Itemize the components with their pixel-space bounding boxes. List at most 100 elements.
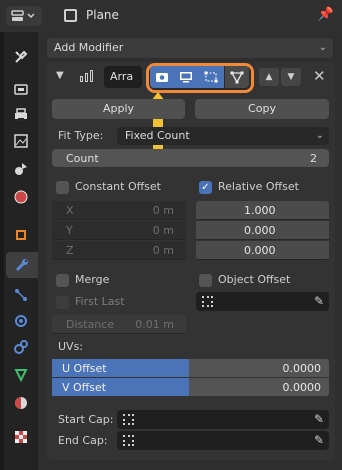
- triangle-vertex-icon: [14, 369, 28, 383]
- orbit-icon: [15, 315, 27, 327]
- checker-icon: [15, 431, 27, 443]
- tab-texture[interactable]: [8, 424, 34, 450]
- tab-render[interactable]: [8, 76, 34, 102]
- object-name: Plane: [86, 8, 119, 22]
- move-up-button[interactable]: ▲: [259, 68, 279, 86]
- editor-border: [0, 32, 4, 470]
- editmode-vertices-icon: [204, 71, 218, 83]
- fit-type-value: Fixed Count: [125, 129, 190, 142]
- end-cap-field[interactable]: ✎: [117, 431, 329, 450]
- triangle-up-icon: ▲: [265, 72, 273, 82]
- relative-offset-label: Relative Offset: [218, 180, 299, 193]
- properties-header: Plane 📌: [0, 0, 342, 32]
- tab-tool[interactable]: [8, 44, 34, 70]
- relative-offset-z-value: 0.000: [244, 244, 276, 257]
- chevron-down-icon: ⌄: [315, 130, 324, 141]
- copy-button[interactable]: Copy: [195, 99, 329, 119]
- tab-modifier[interactable]: [6, 252, 38, 278]
- tab-material[interactable]: [8, 390, 34, 416]
- first-last-checkbox[interactable]: [56, 296, 69, 309]
- editmode-toggle[interactable]: [198, 66, 224, 88]
- relative-offset-x[interactable]: 1.000: [196, 201, 329, 220]
- constant-offset-y-value: 0 m: [152, 224, 174, 237]
- start-cap-field[interactable]: ✎: [117, 410, 329, 429]
- object-icon: [123, 414, 134, 425]
- object-offset-label: Object Offset: [218, 273, 291, 286]
- editor-type-dropdown[interactable]: [6, 6, 42, 26]
- v-offset-slider[interactable]: V Offset 0.0000: [52, 378, 329, 396]
- constant-offset-x-value: 0 m: [152, 204, 174, 217]
- wrench-screwdriver-icon: [15, 50, 28, 63]
- array-modifier-panel: [47, 62, 335, 460]
- relative-offset-x-value: 1.000: [244, 204, 276, 217]
- modifier-name-field[interactable]: Arra: [104, 66, 142, 88]
- object-offset-checkbox[interactable]: [199, 274, 212, 287]
- particles-icon: [15, 289, 27, 301]
- tab-physics[interactable]: [8, 308, 34, 334]
- cage-vertex-icon: [230, 71, 244, 84]
- eyedropper-icon[interactable]: ✎: [314, 294, 324, 308]
- end-cap-label: End Cap:: [58, 434, 108, 447]
- viewport-toggle[interactable]: [174, 66, 198, 88]
- constant-offset-x[interactable]: X 0 m: [52, 201, 186, 220]
- relative-offset-y-value: 0.000: [244, 224, 276, 237]
- tab-data[interactable]: [8, 362, 34, 388]
- object-icon: [123, 435, 134, 446]
- tab-output[interactable]: [8, 102, 34, 128]
- relative-offset-z[interactable]: 0.000: [196, 241, 329, 260]
- first-last-label: First Last: [75, 295, 125, 308]
- v-offset-value: 0.0000: [282, 381, 322, 394]
- constant-offset-z-value: 0 m: [152, 244, 174, 257]
- distance-value: 0.01 m: [135, 318, 174, 331]
- wrench-icon: [15, 259, 28, 272]
- tab-object[interactable]: [8, 222, 34, 248]
- axis-x-label: X: [66, 204, 74, 217]
- scene-icon: [15, 163, 27, 175]
- u-offset-slider[interactable]: U Offset 0.0000: [52, 359, 329, 377]
- relative-offset-y[interactable]: 0.000: [196, 221, 329, 240]
- tab-world[interactable]: [8, 184, 34, 210]
- offset-object-field[interactable]: ✎: [196, 292, 329, 311]
- merge-label: Merge: [75, 273, 110, 286]
- printer-icon: [15, 108, 27, 121]
- merge-checkbox[interactable]: [56, 274, 69, 287]
- pin-icon[interactable]: 📌: [318, 7, 334, 22]
- add-modifier-dropdown[interactable]: Add Modifier ⌄: [47, 38, 333, 58]
- eyedropper-icon[interactable]: ✎: [314, 433, 324, 447]
- constraint-icon: [14, 340, 28, 354]
- camera-back-icon: [14, 84, 28, 95]
- constant-offset-checkbox[interactable]: [56, 181, 69, 194]
- u-offset-label: U Offset: [62, 362, 107, 375]
- constant-offset-z[interactable]: Z 0 m: [52, 241, 186, 260]
- u-offset-value: 0.0000: [282, 362, 322, 375]
- relative-offset-checkbox[interactable]: ✓: [199, 181, 212, 194]
- count-field[interactable]: Count 2: [52, 149, 329, 167]
- constant-offset-label: Constant Offset: [75, 180, 161, 193]
- render-toggle[interactable]: [150, 66, 174, 88]
- eyedropper-icon[interactable]: ✎: [314, 412, 324, 426]
- start-cap-label: Start Cap:: [58, 413, 114, 426]
- monitor-icon: [180, 72, 192, 83]
- tab-particles[interactable]: [8, 282, 34, 308]
- move-down-button[interactable]: ▼: [281, 68, 301, 86]
- uvs-label: UVs:: [58, 340, 84, 353]
- tab-constraints[interactable]: [8, 334, 34, 360]
- tab-scene[interactable]: [8, 156, 34, 182]
- constant-offset-y[interactable]: Y 0 m: [52, 221, 186, 240]
- checkmark-icon: ✓: [201, 182, 210, 193]
- remove-modifier-close-icon[interactable]: ✕: [313, 67, 326, 85]
- tab-view-layer[interactable]: [8, 128, 34, 154]
- on-cage-toggle[interactable]: [225, 66, 249, 88]
- apply-button[interactable]: Apply: [52, 99, 185, 119]
- distance-label: Distance: [66, 318, 115, 331]
- merge-distance-field[interactable]: Distance 0.01 m: [52, 315, 186, 334]
- fit-type-dropdown[interactable]: Fixed Count ⌄: [117, 127, 329, 145]
- count-label: Count: [66, 152, 99, 165]
- fit-type-label: Fit Type:: [58, 129, 104, 142]
- array-modifier-icon: [80, 68, 96, 82]
- v-offset-label: V Offset: [62, 381, 107, 394]
- object-icon: [64, 9, 77, 22]
- collapse-triangle-icon[interactable]: ▼: [56, 70, 64, 81]
- chevron-down-icon: ⌄: [318, 42, 327, 53]
- add-modifier-label: Add Modifier: [54, 41, 124, 54]
